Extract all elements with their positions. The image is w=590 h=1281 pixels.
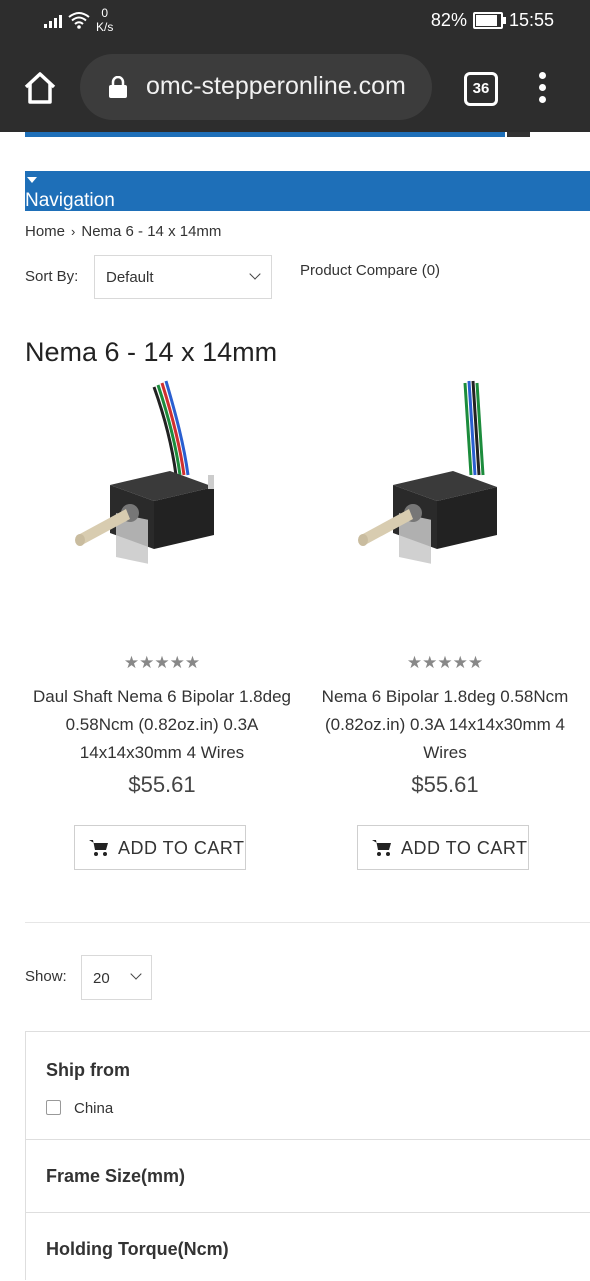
battery-percent: 82% (430, 10, 467, 30)
breadcrumb-home[interactable]: Home (25, 223, 65, 240)
show-label: Show: (25, 968, 67, 985)
home-icon[interactable] (22, 70, 58, 106)
checkbox-china[interactable] (46, 1100, 61, 1115)
status-right: 82% 15:55 (431, 10, 554, 31)
filter-ship-from: Ship from China (26, 1032, 590, 1140)
clock: 15:55 (508, 10, 554, 30)
product-name[interactable]: Daul Shaft Nema 6 Bipolar 1.8deg 0.58Ncm… (22, 683, 302, 767)
sort-label: Sort By: (25, 268, 79, 285)
chevron-down-icon (130, 968, 142, 980)
sort-value: Default (106, 269, 154, 286)
filter-title[interactable]: Ship from (46, 1060, 130, 1081)
filter-title[interactable]: Holding Torque(Ncm) (46, 1239, 229, 1260)
product-compare-link[interactable]: Product Compare (0) (300, 262, 440, 279)
rating-stars: ★★★★★ (123, 653, 201, 672)
site-logo[interactable] (25, 132, 530, 140)
overflow-menu-icon[interactable] (535, 70, 549, 106)
browser-toolbar: omc-stepperonline.com 36 (0, 44, 590, 132)
lock-icon (109, 76, 127, 98)
breadcrumb-current[interactable]: Nema 6 - 14 x 14mm (81, 223, 221, 240)
add-to-cart-label: ADD TO CART (118, 838, 245, 858)
chevron-down-icon (249, 268, 261, 280)
wifi-icon (68, 12, 90, 29)
show-select[interactable]: 20 (81, 955, 152, 1000)
product-name[interactable]: Nema 6 Bipolar 1.8deg 0.58Ncm (0.82oz.in… (305, 683, 585, 767)
status-bar: 0 K/s 82% 15:55 (0, 0, 590, 44)
filter-title[interactable]: Frame Size(mm) (46, 1166, 185, 1187)
cart-icon (372, 840, 391, 856)
address-bar[interactable]: omc-stepperonline.com (80, 54, 432, 120)
battery-icon (472, 12, 506, 29)
product-card: ★★★★★ Daul Shaft Nema 6 Bipolar 1.8deg 0… (22, 375, 302, 885)
product-price: $55.61 (411, 772, 479, 797)
product-image[interactable] (305, 375, 585, 643)
product-card: ★★★★★ Nema 6 Bipolar 1.8deg 0.58Ncm (0.8… (305, 375, 585, 885)
caret-down-icon (27, 177, 37, 183)
add-to-cart-button[interactable]: ADD TO CART (357, 825, 529, 870)
cart-icon (89, 840, 108, 856)
navigation-toggle[interactable]: Navigation (25, 171, 590, 211)
add-to-cart-button[interactable]: ADD TO CART (74, 825, 246, 870)
product-price: $55.61 (128, 772, 196, 797)
page-title: Nema 6 - 14 x 14mm (25, 337, 278, 367)
navigation-label: Navigation (25, 190, 115, 211)
breadcrumb: Home › Nema 6 - 14 x 14mm (25, 223, 221, 240)
breadcrumb-separator: › (71, 224, 76, 239)
filter-holding-torque[interactable]: Holding Torque(Ncm) (26, 1212, 590, 1281)
rating-stars: ★★★★★ (406, 653, 484, 672)
url-text: omc-stepperonline.com (146, 72, 406, 100)
divider (25, 922, 590, 923)
product-image[interactable] (22, 375, 302, 643)
add-to-cart-label: ADD TO CART (401, 838, 528, 858)
filter-panel: Ship from China Frame Size(mm) Holding T… (25, 1031, 590, 1280)
cell-signal-icon (44, 15, 62, 28)
checkbox-label[interactable]: China (74, 1100, 113, 1117)
filter-frame-size[interactable]: Frame Size(mm) (26, 1139, 590, 1213)
sort-select[interactable]: Default (94, 255, 272, 299)
network-speed: 0 K/s (96, 6, 114, 34)
show-value: 20 (93, 970, 110, 987)
tab-count-icon[interactable]: 36 (464, 72, 498, 106)
